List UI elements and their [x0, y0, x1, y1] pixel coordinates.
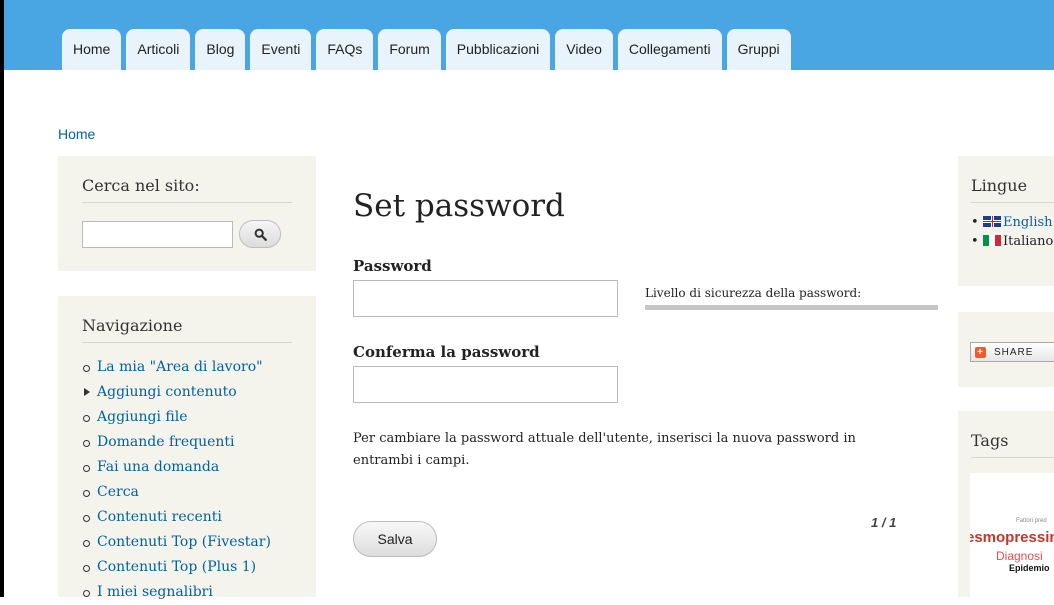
tag-fattori-pred[interactable]: Fattori pred [1016, 518, 1047, 524]
language-italiano-label: Italiano [1003, 234, 1054, 249]
language-list: English Italiano [971, 213, 1054, 251]
languages-block: Lingue English Italiano [958, 156, 1054, 286]
nav-item-aggiungi-file[interactable]: Aggiungi file [82, 405, 292, 430]
share-block: + SHARE [958, 312, 1054, 387]
tag-desmopressina[interactable]: esmopressin [970, 529, 1054, 546]
language-item-english[interactable]: English [971, 213, 1054, 232]
tags-block-title: Tags [971, 431, 1054, 458]
tab-articoli[interactable]: Articoli [126, 29, 191, 70]
page-title: Set password [353, 188, 565, 224]
uk-flag-icon [983, 216, 1001, 227]
confirm-password-label: Conferma la password [353, 343, 540, 361]
tab-gruppi[interactable]: Gruppi [726, 29, 791, 70]
share-label: SHARE [994, 346, 1034, 358]
search-button[interactable] [239, 220, 281, 248]
tag-diagnosi[interactable]: Diagnosi [996, 549, 1043, 563]
nav-item-contenuti-top-plus1[interactable]: Contenuti Top (Plus 1) [82, 555, 292, 580]
nav-item-contenuti-recenti[interactable]: Contenuti recenti [82, 505, 292, 530]
nav-item-contenuti-top-fivestar[interactable]: Contenuti Top (Fivestar) [82, 530, 292, 555]
navigation-block: Navigazione La mia "Area di lavoro" Aggi… [58, 296, 316, 600]
breadcrumb-home[interactable]: Home [58, 126, 95, 142]
tag-epidemiologia[interactable]: Epidemio [1009, 563, 1050, 573]
tab-blog[interactable]: Blog [195, 29, 246, 70]
search-input[interactable] [82, 220, 233, 248]
share-plus-icon: + [975, 346, 986, 358]
tab-faqs[interactable]: FAQs [316, 29, 374, 70]
password-label: Password [353, 257, 432, 275]
language-item-italiano: Italiano [971, 232, 1054, 251]
search-block: Cerca nel sito: [58, 156, 316, 271]
search-icon [254, 228, 267, 241]
search-row [82, 220, 292, 248]
language-english-link[interactable]: English [1003, 215, 1053, 230]
tab-home[interactable]: Home [62, 29, 122, 70]
search-block-title: Cerca nel sito: [82, 176, 292, 203]
tag-cloud: Fattori pred esmopressin Diagnosi Epidem… [970, 473, 1054, 597]
tab-video[interactable]: Video [555, 29, 613, 70]
confirm-password-field[interactable] [353, 366, 618, 403]
nav-item-aggiungi-contenuto[interactable]: Aggiungi contenuto [82, 380, 292, 405]
nav-item-cerca[interactable]: Cerca [82, 480, 292, 505]
nav-item-area-di-lavoro[interactable]: La mia "Area di lavoro" [82, 355, 292, 380]
tab-pubblicazioni[interactable]: Pubblicazioni [445, 29, 551, 70]
tab-eventi[interactable]: Eventi [250, 29, 312, 70]
italy-flag-icon [983, 235, 1001, 246]
password-strength-label: Livello di sicurezza della password: [645, 286, 862, 300]
pager: 1 / 1 [871, 515, 897, 530]
navigation-block-title: Navigazione [82, 316, 292, 343]
site-header: Home Articoli Blog Eventi FAQs Forum Pub… [4, 0, 1054, 70]
languages-block-title: Lingue [971, 176, 1054, 203]
nav-item-domande-frequenti[interactable]: Domande frequenti [82, 430, 292, 455]
password-description: Per cambiare la password attuale dell'ut… [353, 431, 856, 468]
share-button[interactable]: + SHARE [970, 342, 1054, 362]
navigation-list: La mia "Area di lavoro" Aggiungi contenu… [82, 355, 292, 605]
password-strength-bar [645, 305, 938, 310]
nav-item-fai-una-domanda[interactable]: Fai una domanda [82, 455, 292, 480]
password-field[interactable] [353, 280, 618, 317]
tab-collegamenti[interactable]: Collegamenti [617, 29, 722, 70]
primary-nav: Home Articoli Blog Eventi FAQs Forum Pub… [62, 29, 791, 70]
window-frame-left [0, 0, 4, 597]
tags-block: Tags Fattori pred esmopressin Diagnosi E… [958, 411, 1054, 597]
tab-forum[interactable]: Forum [378, 29, 441, 70]
nav-item-segnalibri[interactable]: I miei segnalibri [82, 580, 292, 605]
save-button[interactable]: Salva [353, 521, 437, 557]
